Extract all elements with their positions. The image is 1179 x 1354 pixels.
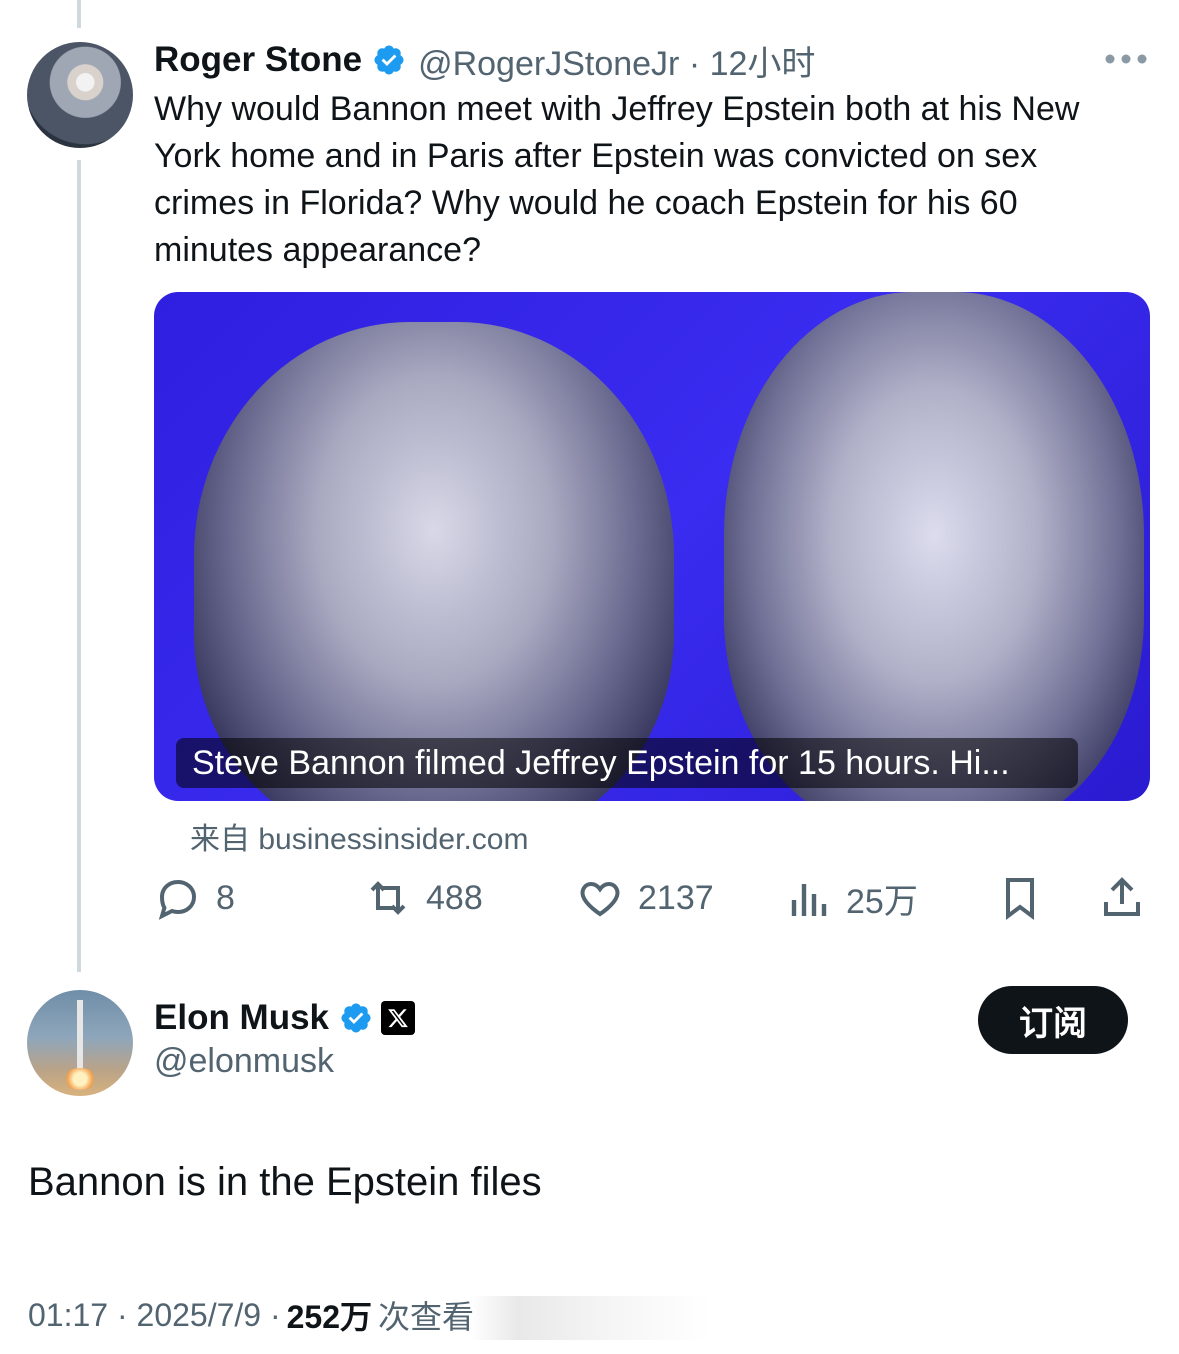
reply-button[interactable]: 8 — [154, 866, 235, 930]
reply-count: 8 — [216, 878, 235, 917]
bookmark-icon — [1006, 878, 1034, 920]
author-row: Roger Stone @RogerJStoneJr · 12小时 — [154, 36, 815, 85]
watermark-overlay — [470, 1296, 710, 1340]
handle-text: @RogerJStoneJr — [418, 44, 680, 83]
heart-icon — [580, 881, 620, 917]
share-icon — [1104, 877, 1140, 916]
views-icon — [791, 884, 827, 916]
meta-time-date[interactable]: 01:17 · 2025/7/9 · — [28, 1297, 281, 1334]
author-handle[interactable]: @RogerJStoneJr · 12小时 — [418, 36, 815, 85]
card-image-right — [724, 292, 1144, 801]
subscribe-button[interactable]: 订阅 — [978, 986, 1128, 1054]
thread-line-top — [77, 0, 81, 28]
reply-author-name[interactable]: Elon Musk — [154, 998, 329, 1038]
card-image-left — [194, 322, 674, 801]
reply-author-avatar[interactable] — [27, 990, 133, 1096]
x-affiliation-icon[interactable] — [381, 1001, 416, 1035]
more-icon[interactable] — [1103, 50, 1149, 68]
meta-view-count: 252万 — [286, 1299, 373, 1335]
share-button[interactable] — [1098, 866, 1146, 930]
tweet-meta: 01:17 · 2025/7/9 · 252万 次查看 — [28, 1292, 474, 1338]
link-card[interactable]: Steve Bannon filmed Jeffrey Epstein for … — [154, 292, 1150, 801]
views-button[interactable]: 25万 — [784, 866, 918, 930]
card-caption: Steve Bannon filmed Jeffrey Epstein for … — [176, 738, 1078, 788]
tweet-text: Why would Bannon meet with Jeffrey Epste… — [154, 90, 1080, 269]
repost-icon — [370, 881, 406, 915]
like-count: 2137 — [638, 878, 714, 917]
tweet-time[interactable]: · 12小时 — [689, 45, 816, 83]
view-count: 25万 — [846, 882, 918, 921]
like-button[interactable]: 2137 — [576, 866, 714, 930]
verified-badge-icon — [374, 45, 404, 75]
author-name[interactable]: Roger Stone — [154, 40, 362, 80]
author-avatar[interactable] — [27, 42, 133, 148]
reply-icon — [158, 879, 197, 920]
repost-count: 488 — [426, 878, 483, 917]
reply-text: Bannon is in the Epstein files — [28, 1160, 542, 1204]
reply-author-handle[interactable]: @elonmusk — [154, 1042, 334, 1081]
action-bar: 8 488 2137 25万 — [154, 866, 1150, 930]
meta-view-label: 次查看 — [378, 1299, 475, 1335]
thread-line — [77, 160, 81, 972]
repost-button[interactable]: 488 — [364, 866, 483, 930]
rocket-flame — [62, 1068, 98, 1090]
verified-badge-icon — [341, 1003, 371, 1033]
reply-author-row: Elon Musk — [154, 996, 416, 1040]
card-source[interactable]: 来自 businessinsider.com — [190, 814, 528, 858]
bookmark-button[interactable] — [996, 866, 1044, 930]
